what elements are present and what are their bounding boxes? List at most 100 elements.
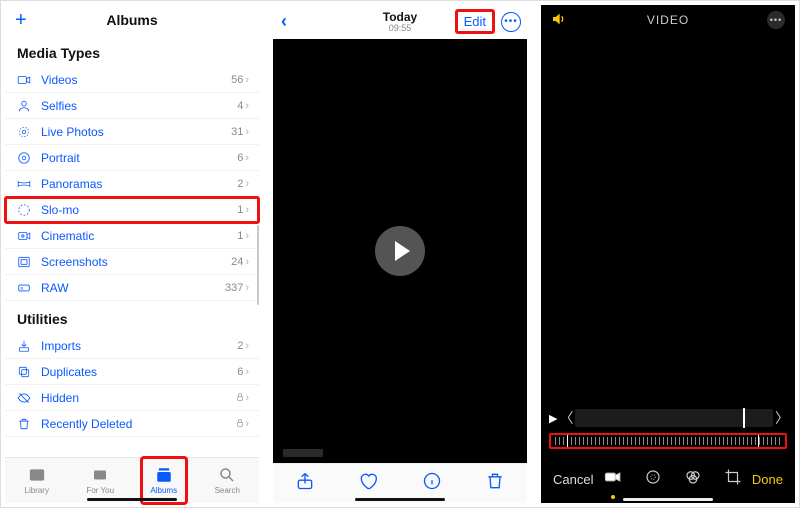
row-label: Duplicates: [41, 365, 237, 379]
delete-button[interactable]: [485, 471, 505, 496]
live-photos-icon: [15, 125, 33, 139]
svg-text:R: R: [21, 285, 24, 290]
play-button[interactable]: [375, 226, 425, 276]
chevron-right-icon: ›: [245, 100, 249, 112]
tab-library[interactable]: Library: [5, 458, 69, 503]
row-imports[interactable]: Imports 2 ›: [5, 333, 259, 359]
row-live-photos[interactable]: Live Photos 31 ›: [5, 119, 259, 145]
home-indicator[interactable]: [87, 498, 177, 501]
row-label: Hidden: [41, 391, 235, 405]
scrubber-thumbnail[interactable]: [283, 449, 323, 457]
row-hidden[interactable]: Hidden ›: [5, 385, 259, 411]
trim-handle-left[interactable]: 〈: [561, 409, 571, 427]
tool-video[interactable]: [604, 468, 622, 491]
edit-tools: [593, 468, 751, 491]
trash-icon: [15, 417, 33, 431]
chevron-right-icon: ›: [245, 152, 249, 164]
lock-icon: [235, 417, 245, 431]
video-area[interactable]: [273, 39, 527, 463]
edit-header: VIDEO •••: [541, 5, 795, 35]
row-cinematic[interactable]: Cinematic 1 ›: [5, 223, 259, 249]
slomo-icon: [15, 203, 33, 217]
row-recently-deleted[interactable]: Recently Deleted ›: [5, 411, 259, 437]
tab-label: Albums: [150, 486, 177, 495]
chevron-right-icon: ›: [245, 178, 249, 190]
chevron-right-icon: ›: [245, 256, 249, 268]
chevron-right-icon: ›: [245, 74, 249, 86]
row-duplicates[interactable]: Duplicates 6 ›: [5, 359, 259, 385]
tab-albums[interactable]: Albums: [132, 458, 196, 503]
row-label: Imports: [41, 339, 237, 353]
row-screenshots[interactable]: Screenshots 24 ›: [5, 249, 259, 275]
row-label: Recently Deleted: [41, 417, 235, 431]
edit-button[interactable]: Edit: [455, 9, 495, 34]
row-count: 6: [237, 152, 243, 164]
share-button[interactable]: [295, 471, 315, 496]
row-raw[interactable]: R RAW 337 ›: [5, 275, 259, 301]
tool-crop[interactable]: [724, 468, 742, 491]
video-edit-screen: VIDEO ••• ▶ 〈 〉 Cancel Done: [541, 5, 795, 503]
add-album-button[interactable]: +: [15, 9, 27, 32]
more-button[interactable]: •••: [767, 11, 785, 29]
panorama-icon: [15, 177, 33, 191]
slomo-speed-slider[interactable]: [555, 437, 781, 445]
row-count: 337: [225, 282, 243, 294]
video-area[interactable]: [541, 35, 795, 403]
playhead[interactable]: [743, 408, 745, 428]
tab-bar: Library For You Albums Search: [5, 457, 259, 503]
row-panoramas[interactable]: Panoramas 2 ›: [5, 171, 259, 197]
trim-track[interactable]: [575, 409, 773, 427]
cancel-button[interactable]: Cancel: [553, 472, 593, 487]
row-label: Slo-mo: [41, 203, 237, 217]
row-count: 24: [231, 256, 243, 268]
chevron-right-icon: ›: [245, 392, 249, 404]
row-label: Live Photos: [41, 125, 231, 139]
duplicate-icon: [15, 365, 33, 379]
volume-button[interactable]: [551, 11, 567, 30]
tab-for-you[interactable]: For You: [69, 458, 133, 503]
row-label: Panoramas: [41, 177, 237, 191]
tab-search[interactable]: Search: [196, 458, 260, 503]
portrait-icon: [15, 151, 33, 165]
albums-title: Albums: [106, 12, 157, 28]
chevron-right-icon: ›: [245, 204, 249, 216]
row-count: 4: [237, 100, 243, 112]
tab-label: For You: [86, 486, 114, 495]
albums-header: + Albums: [5, 5, 259, 35]
back-button[interactable]: ‹: [281, 11, 287, 32]
more-button[interactable]: •••: [501, 12, 521, 32]
row-count: 1: [237, 230, 243, 242]
row-count: 6: [237, 366, 243, 378]
scrollbar[interactable]: [257, 225, 259, 305]
favorite-button[interactable]: [358, 471, 378, 496]
row-count: 2: [237, 340, 243, 352]
preview-toolbar: [273, 463, 527, 503]
tab-label: Library: [25, 486, 49, 495]
row-portrait[interactable]: Portrait 6 ›: [5, 145, 259, 171]
row-count: 1: [237, 204, 243, 216]
utilities-heading: Utilities: [5, 301, 259, 333]
video-icon: [15, 73, 33, 87]
row-selfies[interactable]: Selfies 4 ›: [5, 93, 259, 119]
row-videos[interactable]: Videos 56 ›: [5, 67, 259, 93]
tool-filters[interactable]: [684, 468, 702, 491]
home-indicator[interactable]: [355, 498, 445, 501]
row-label: Portrait: [41, 151, 237, 165]
play-button[interactable]: ▶: [549, 412, 557, 425]
row-count: 31: [231, 126, 243, 138]
lock-icon: [235, 391, 245, 405]
trim-handle-right[interactable]: 〉: [777, 409, 787, 427]
row-label: Screenshots: [41, 255, 231, 269]
screenshot-icon: [15, 255, 33, 269]
chevron-right-icon: ›: [245, 230, 249, 242]
tool-adjust[interactable]: [644, 468, 662, 491]
done-button[interactable]: Done: [752, 472, 783, 487]
slomo-speed-row: [549, 433, 787, 449]
albums-screen: + Albums Media Types Videos 56 › Selfies…: [5, 5, 259, 503]
home-indicator[interactable]: [623, 498, 713, 501]
row-label: Videos: [41, 73, 231, 87]
raw-icon: R: [15, 281, 33, 295]
row-slo-mo[interactable]: Slo-mo 1 ›: [5, 197, 259, 223]
info-button[interactable]: [422, 471, 442, 496]
tab-label: Search: [215, 486, 240, 495]
